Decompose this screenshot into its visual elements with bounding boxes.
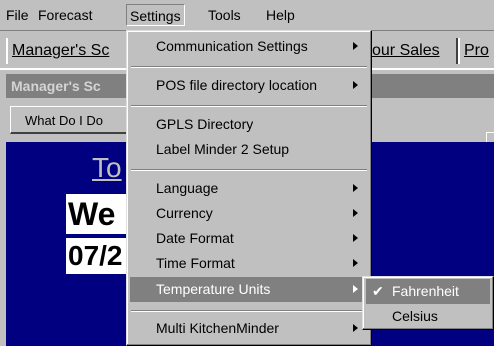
submenu-arrow-icon [353,324,358,332]
menu-item-label: Label Minder 2 Setup [156,141,290,157]
menu-forecast[interactable]: Forecast [38,7,92,23]
submenu-arrow-icon [353,81,358,89]
menu-item-label: Multi KitchenMinder [156,320,279,336]
tab-hour-sales[interactable]: our Sales [366,38,458,64]
menu-item-label: GPLS Directory [156,116,254,132]
panel-heading: To [92,152,122,183]
menu-item-multi-kitchenminder[interactable]: Multi KitchenMinder [130,316,368,341]
menu-item-label: Currency [156,205,213,221]
menu-settings[interactable]: Settings [126,4,185,26]
menu-item-date-format[interactable]: Date Format [130,226,368,251]
settings-menu: Communication Settings POS file director… [126,30,372,346]
menu-separator [131,66,367,68]
menu-item-label: Date Format [156,230,234,246]
menu-item-label: Fahrenheit [392,283,459,299]
menu-item-label-minder-setup[interactable]: Label Minder 2 Setup [130,137,368,162]
menu-item-communication-settings[interactable]: Communication Settings [130,34,368,59]
menu-bar: File Forecast Settings Tools Help [0,0,494,31]
date-field: 07/2 [66,238,130,274]
submenu-arrow-icon [353,285,358,293]
menu-item-label: POS file directory location [156,77,318,93]
tab-managers-screen[interactable]: Manager's Sc [6,38,130,64]
temperature-units-submenu: ✔ Fahrenheit Celsius [362,276,494,330]
menu-item-language[interactable]: Language [130,176,368,201]
day-field: We [66,194,130,234]
menu-item-pos-directory[interactable]: POS file directory location [130,73,368,98]
checkmark-icon: ✔ [372,283,384,299]
menu-item-gpls-directory[interactable]: GPLS Directory [130,112,368,137]
menu-help[interactable]: Help [266,7,295,23]
menu-file[interactable]: File [6,7,29,23]
submenu-arrow-icon [353,42,358,50]
menu-item-label: Time Format [156,255,235,271]
menu-item-currency[interactable]: Currency [130,201,368,226]
submenu-arrow-icon [353,209,358,217]
menu-item-temperature-units[interactable]: Temperature Units [130,277,368,302]
menu-item-label: Language [156,180,219,196]
what-do-i-do-button[interactable]: What Do I Do [10,106,128,134]
menu-item-time-format[interactable]: Time Format [130,251,368,276]
submenu-arrow-icon [353,234,358,242]
menu-item-label: Celsius [392,308,438,324]
menu-item-celsius[interactable]: Celsius [366,304,490,329]
menu-separator [131,310,367,312]
menu-item-label: Temperature Units [156,281,271,297]
menu-separator [131,169,367,171]
menu-separator [131,105,367,107]
menu-tools[interactable]: Tools [208,7,241,23]
menu-item-label: Communication Settings [156,38,308,54]
menu-item-fahrenheit[interactable]: ✔ Fahrenheit [366,279,490,304]
tab-products[interactable]: Pro [458,38,494,64]
submenu-arrow-icon [353,259,358,267]
submenu-arrow-icon [353,184,358,192]
